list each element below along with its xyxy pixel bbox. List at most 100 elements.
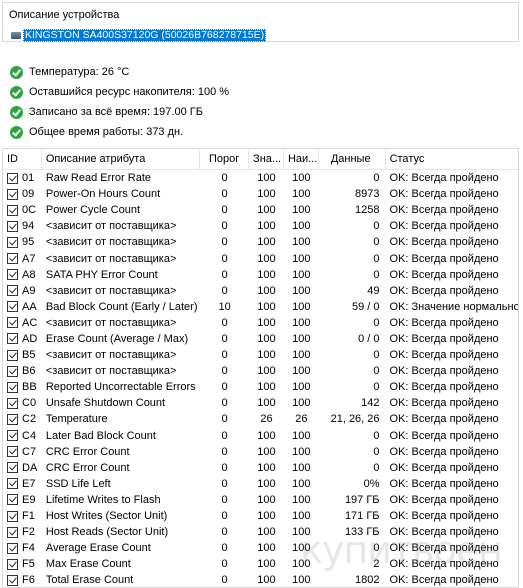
attr-threshold: 0 bbox=[221, 172, 228, 185]
attr-checkbox[interactable] bbox=[7, 574, 18, 586]
table-row[interactable]: 09 Power-On Hours Count 0 100 100 8973 OK: Все… bbox=[3, 186, 518, 202]
attr-id: C7 bbox=[22, 445, 37, 458]
attr-value: 100 bbox=[257, 510, 276, 523]
table-row[interactable]: DA CRC Error Count 0 100 100 0 OK: Всегда прой… bbox=[3, 460, 518, 476]
attr-threshold: 0 bbox=[221, 236, 228, 249]
table-row[interactable]: 0C Power Cycle Count 0 100 100 1258 OK: Всегда… bbox=[3, 202, 518, 218]
table-row[interactable]: E9 Lifetime Writes to Flash 0 100 100 197 ГБ O… bbox=[3, 492, 518, 508]
attr-raw-data: 21, 26, 26 bbox=[330, 413, 380, 426]
attr-value: 100 bbox=[257, 204, 276, 217]
attr-checkbox[interactable] bbox=[7, 542, 18, 554]
attr-id: B6 bbox=[22, 365, 36, 378]
table-row[interactable]: 95 <зависит от поставщика> 0 100 100 0 OK: Все… bbox=[3, 234, 518, 250]
table-row[interactable]: AA Bad Block Count (Early / Later) 10 100 10… bbox=[3, 299, 518, 315]
attr-checkbox[interactable] bbox=[7, 478, 18, 490]
table-row[interactable]: C4 Later Bad Block Count 0 100 100 0 OK: Всегд… bbox=[3, 428, 518, 444]
col-header-status[interactable]: Статус bbox=[386, 149, 518, 169]
table-row[interactable]: C2 Temperature 0 26 26 21, 26, 26 OK: Всегда п… bbox=[3, 411, 518, 427]
attr-worst: 100 bbox=[292, 268, 311, 281]
table-row[interactable]: 01 Raw Read Error Rate 0 100 100 0 OK: Всегда … bbox=[3, 170, 518, 186]
attr-value: 100 bbox=[257, 445, 276, 458]
attr-checkbox[interactable] bbox=[7, 301, 18, 313]
attr-id: AA bbox=[22, 300, 37, 313]
col-header-id[interactable]: ID bbox=[3, 149, 42, 169]
attr-worst: 100 bbox=[292, 381, 311, 394]
attr-checkbox[interactable] bbox=[7, 220, 18, 232]
attr-status: OK: Всегда пройдено bbox=[389, 574, 499, 587]
table-row[interactable]: AC <зависит от поставщика> 0 100 100 0 OK: Все… bbox=[3, 315, 518, 331]
table-row[interactable]: C0 Unsafe Shutdown Count 0 100 100 142 OK: Все… bbox=[3, 395, 518, 411]
attr-checkbox[interactable] bbox=[7, 446, 18, 458]
attr-checkbox[interactable] bbox=[7, 204, 18, 216]
attr-id-cell: E9 bbox=[3, 492, 42, 508]
attr-id: BB bbox=[22, 381, 37, 394]
table-row[interactable]: A9 <зависит от поставщика> 0 100 100 49 OK: Вс… bbox=[3, 283, 518, 299]
attr-checkbox[interactable] bbox=[7, 253, 18, 265]
table-row[interactable]: AD Erase Count (Average / Max) 0 100 100 0 / … bbox=[3, 331, 518, 347]
attr-status: OK: Всегда пройдено bbox=[389, 493, 499, 506]
col-header-threshold[interactable]: Порог bbox=[200, 149, 250, 169]
attr-checkbox[interactable] bbox=[7, 558, 18, 570]
attr-checkbox[interactable] bbox=[7, 365, 18, 377]
attr-threshold: 10 bbox=[218, 300, 231, 313]
attr-checkbox[interactable] bbox=[7, 430, 18, 442]
attr-value: 100 bbox=[257, 477, 276, 490]
attr-checkbox[interactable] bbox=[7, 381, 18, 393]
attr-checkbox[interactable] bbox=[7, 285, 18, 297]
attr-threshold: 0 bbox=[221, 397, 228, 410]
attr-worst: 26 bbox=[295, 413, 308, 426]
attr-checkbox[interactable] bbox=[7, 236, 18, 248]
col-header-name[interactable]: Описание атрибута bbox=[42, 149, 201, 169]
attr-id-cell: C4 bbox=[3, 428, 42, 444]
attr-status: OK: Всегда пройдено bbox=[389, 172, 499, 185]
table-row[interactable]: BB Reported Uncorrectable Errors 0 100 100 0 O… bbox=[3, 379, 518, 395]
attr-checkbox[interactable] bbox=[7, 494, 18, 506]
attr-checkbox[interactable] bbox=[7, 526, 18, 538]
attr-raw-data: 0 bbox=[373, 236, 380, 249]
attr-value: 100 bbox=[257, 381, 276, 394]
table-row[interactable]: F6 Total Erase Count 0 100 100 1802 OK: Всегда… bbox=[3, 572, 518, 587]
table-row[interactable]: C7 CRC Error Count 0 100 100 0 OK: Всегда прой… bbox=[3, 444, 518, 460]
attr-name: SSD Life Left bbox=[45, 477, 111, 490]
table-row[interactable]: A8 SATA PHY Error Count 0 100 100 0 OK: Всегда… bbox=[3, 267, 518, 283]
device-name[interactable]: KINGSTON SA400S37120G (50026B768278715E) bbox=[23, 28, 267, 42]
attr-status: OK: Всегда пройдено bbox=[389, 365, 499, 378]
col-header-value[interactable]: Зна... bbox=[249, 149, 284, 169]
attr-checkbox[interactable] bbox=[7, 397, 18, 409]
attr-status: OK: Всегда пройдено bbox=[389, 477, 499, 490]
device-group-title: Описание устройства bbox=[9, 9, 120, 21]
table-row[interactable]: F5 Max Erase Count 0 100 100 2 OK: Всегда прой… bbox=[3, 556, 518, 572]
attr-checkbox[interactable] bbox=[7, 317, 18, 329]
attr-threshold: 0 bbox=[221, 381, 228, 394]
attr-checkbox[interactable] bbox=[7, 333, 18, 345]
table-row[interactable]: 94 <зависит от поставщика> 0 100 100 0 OK: Все… bbox=[3, 218, 518, 234]
col-header-data[interactable]: Данные bbox=[319, 149, 386, 169]
attr-threshold: 0 bbox=[221, 349, 228, 362]
attr-checkbox[interactable] bbox=[7, 510, 18, 522]
attr-checkbox[interactable] bbox=[7, 269, 18, 281]
attr-threshold: 0 bbox=[221, 429, 228, 442]
attr-id: 09 bbox=[22, 188, 35, 201]
attr-id: C0 bbox=[22, 397, 37, 410]
attr-checkbox[interactable] bbox=[7, 462, 18, 474]
attr-checkbox[interactable] bbox=[7, 188, 18, 200]
attr-checkbox[interactable] bbox=[7, 349, 18, 361]
table-row[interactable]: F2 Host Reads (Sector Unit) 0 100 100 133 ГБ O… bbox=[3, 524, 518, 540]
table-row[interactable]: F4 Average Erase Count 0 100 100 0 OK: Всегда … bbox=[3, 540, 518, 556]
attr-checkbox[interactable] bbox=[7, 413, 18, 425]
attr-name: Total Erase Count bbox=[45, 574, 134, 587]
table-row[interactable]: A7 <зависит от поставщика> 0 100 100 0 OK: Все… bbox=[3, 250, 518, 266]
attr-value: 100 bbox=[257, 493, 276, 506]
table-row[interactable]: B6 <зависит от поставщика> 0 100 100 0 OK: Все… bbox=[3, 363, 518, 379]
attr-worst: 100 bbox=[292, 204, 311, 217]
table-row[interactable]: F1 Host Writes (Sector Unit) 0 100 100 171 ГБ… bbox=[3, 508, 518, 524]
attr-id-cell: BB bbox=[3, 379, 42, 395]
device-selector[interactable]: KINGSTON SA400S37120G (50026B768278715E) bbox=[11, 28, 267, 42]
table-row[interactable]: B5 <зависит от поставщика> 0 100 100 0 OK: Все… bbox=[3, 347, 518, 363]
table-row[interactable]: E7 SSD Life Left 0 100 100 0% OK: Всегда пройд… bbox=[3, 476, 518, 492]
attr-value: 100 bbox=[257, 542, 276, 555]
col-header-worst[interactable]: Наи... bbox=[284, 149, 319, 169]
attr-checkbox[interactable] bbox=[7, 172, 18, 184]
attr-value: 100 bbox=[257, 220, 276, 233]
attr-name: Power-On Hours Count bbox=[45, 188, 161, 201]
